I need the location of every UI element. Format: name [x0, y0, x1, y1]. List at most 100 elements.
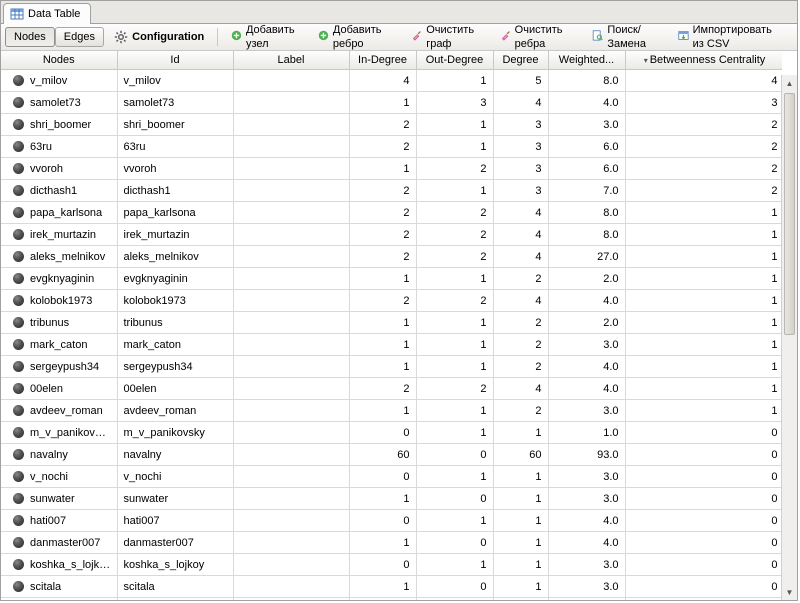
col-weighted[interactable]: Weighted...	[548, 51, 625, 70]
cell-betweenness[interactable]: 0	[625, 598, 782, 601]
cell-id[interactable]: papa_karlsona	[117, 202, 233, 224]
cell-in-degree[interactable]: 1	[349, 488, 416, 510]
cell-betweenness[interactable]: 3	[625, 92, 782, 114]
cell-in-degree[interactable]: 1	[349, 576, 416, 598]
cell-betweenness[interactable]: 2	[625, 180, 782, 202]
clear-edges-button[interactable]: Очистить ребра	[493, 20, 586, 54]
cell-id[interactable]: submaster	[117, 598, 233, 601]
cell-nodes[interactable]: sunwater	[1, 488, 117, 510]
cell-id[interactable]: 63ru	[117, 136, 233, 158]
cell-in-degree[interactable]: 60	[349, 444, 416, 466]
cell-label[interactable]	[233, 576, 349, 598]
cell-label[interactable]	[233, 598, 349, 601]
cell-weighted[interactable]: 1.0	[548, 422, 625, 444]
cell-out-degree[interactable]: 1	[416, 180, 493, 202]
cell-out-degree[interactable]: 2	[416, 224, 493, 246]
cell-nodes[interactable]: 00elen	[1, 378, 117, 400]
cell-out-degree[interactable]: 3	[416, 92, 493, 114]
col-out-degree[interactable]: Out-Degree	[416, 51, 493, 70]
cell-label[interactable]	[233, 554, 349, 576]
cell-betweenness[interactable]: 0	[625, 532, 782, 554]
cell-in-degree[interactable]: 0	[349, 422, 416, 444]
cell-weighted[interactable]: 2.0	[548, 268, 625, 290]
cell-betweenness[interactable]: 0	[625, 576, 782, 598]
cell-betweenness[interactable]: 1	[625, 202, 782, 224]
cell-label[interactable]	[233, 488, 349, 510]
table-row[interactable]: tribunustribunus1122.01	[1, 312, 782, 334]
cell-degree[interactable]: 4	[493, 290, 548, 312]
cell-betweenness[interactable]: 1	[625, 290, 782, 312]
cell-weighted[interactable]: 3.0	[548, 576, 625, 598]
table-row[interactable]: sergeypush34sergeypush341124.01	[1, 356, 782, 378]
scroll-down-arrow[interactable]: ▼	[782, 584, 797, 600]
cell-betweenness[interactable]: 1	[625, 334, 782, 356]
clear-graph-button[interactable]: Очистить граф	[404, 20, 492, 54]
cell-degree[interactable]: 2	[493, 356, 548, 378]
cell-nodes[interactable]: irek_murtazin	[1, 224, 117, 246]
cell-betweenness[interactable]: 1	[625, 378, 782, 400]
cell-weighted[interactable]: 93.0	[548, 444, 625, 466]
table-row[interactable]: danmaster007danmaster0071014.00	[1, 532, 782, 554]
table-row[interactable]: samolet73samolet731344.03	[1, 92, 782, 114]
cell-degree[interactable]: 3	[493, 136, 548, 158]
cell-weighted[interactable]: 3.0	[548, 400, 625, 422]
cell-nodes[interactable]: scitala	[1, 576, 117, 598]
cell-nodes[interactable]: aleks_melnikov	[1, 246, 117, 268]
cell-out-degree[interactable]: 1	[416, 312, 493, 334]
cell-in-degree[interactable]: 0	[349, 466, 416, 488]
cell-nodes[interactable]: v_milov	[1, 70, 117, 92]
cell-degree[interactable]: 1	[493, 488, 548, 510]
col-label[interactable]: Label	[233, 51, 349, 70]
cell-id[interactable]: navalny	[117, 444, 233, 466]
cell-nodes[interactable]: navalny	[1, 444, 117, 466]
col-nodes[interactable]: Nodes	[1, 51, 117, 70]
table-row[interactable]: scitalascitala1013.00	[1, 576, 782, 598]
cell-in-degree[interactable]: 0	[349, 598, 416, 601]
table-row[interactable]: 00elen00elen2244.01	[1, 378, 782, 400]
cell-degree[interactable]: 3	[493, 180, 548, 202]
cell-in-degree[interactable]: 1	[349, 400, 416, 422]
cell-in-degree[interactable]: 2	[349, 136, 416, 158]
cell-weighted[interactable]: 27.0	[548, 246, 625, 268]
cell-weighted[interactable]: 3.0	[548, 554, 625, 576]
cell-degree[interactable]: 1	[493, 466, 548, 488]
cell-weighted[interactable]: 3.0	[548, 114, 625, 136]
table-row[interactable]: evgknyagininevgknyaginin1122.01	[1, 268, 782, 290]
cell-id[interactable]: sergeypush34	[117, 356, 233, 378]
cell-degree[interactable]: 1	[493, 422, 548, 444]
cell-nodes[interactable]: hati007	[1, 510, 117, 532]
toggle-edges[interactable]: Edges	[55, 27, 104, 47]
cell-label[interactable]	[233, 312, 349, 334]
cell-label[interactable]	[233, 356, 349, 378]
cell-nodes[interactable]: koshka_s_lojkoy	[1, 554, 117, 576]
cell-nodes[interactable]: m_v_panikovsky	[1, 422, 117, 444]
cell-degree[interactable]: 1	[493, 532, 548, 554]
cell-id[interactable]: shri_boomer	[117, 114, 233, 136]
cell-degree[interactable]: 4	[493, 202, 548, 224]
cell-out-degree[interactable]: 1	[416, 334, 493, 356]
cell-id[interactable]: koshka_s_lojkoy	[117, 554, 233, 576]
cell-in-degree[interactable]: 1	[349, 532, 416, 554]
cell-out-degree[interactable]: 2	[416, 246, 493, 268]
cell-degree[interactable]: 1	[493, 554, 548, 576]
cell-weighted[interactable]: 3.0	[548, 598, 625, 601]
cell-betweenness[interactable]: 0	[625, 444, 782, 466]
toggle-nodes[interactable]: Nodes	[5, 27, 55, 47]
cell-nodes[interactable]: tribunus	[1, 312, 117, 334]
cell-out-degree[interactable]: 0	[416, 444, 493, 466]
cell-degree[interactable]: 4	[493, 224, 548, 246]
cell-label[interactable]	[233, 334, 349, 356]
cell-degree[interactable]: 3	[493, 114, 548, 136]
cell-out-degree[interactable]: 1	[416, 466, 493, 488]
table-row[interactable]: m_v_panikovskym_v_panikovsky0111.00	[1, 422, 782, 444]
cell-id[interactable]: tribunus	[117, 312, 233, 334]
scroll-thumb[interactable]	[784, 93, 795, 335]
table-row[interactable]: dicthash1dicthash12137.02	[1, 180, 782, 202]
cell-degree[interactable]: 2	[493, 400, 548, 422]
cell-weighted[interactable]: 8.0	[548, 224, 625, 246]
cell-out-degree[interactable]: 1	[416, 554, 493, 576]
cell-id[interactable]: hati007	[117, 510, 233, 532]
cell-label[interactable]	[233, 70, 349, 92]
cell-weighted[interactable]: 8.0	[548, 70, 625, 92]
table-row[interactable]: shri_boomershri_boomer2133.02	[1, 114, 782, 136]
